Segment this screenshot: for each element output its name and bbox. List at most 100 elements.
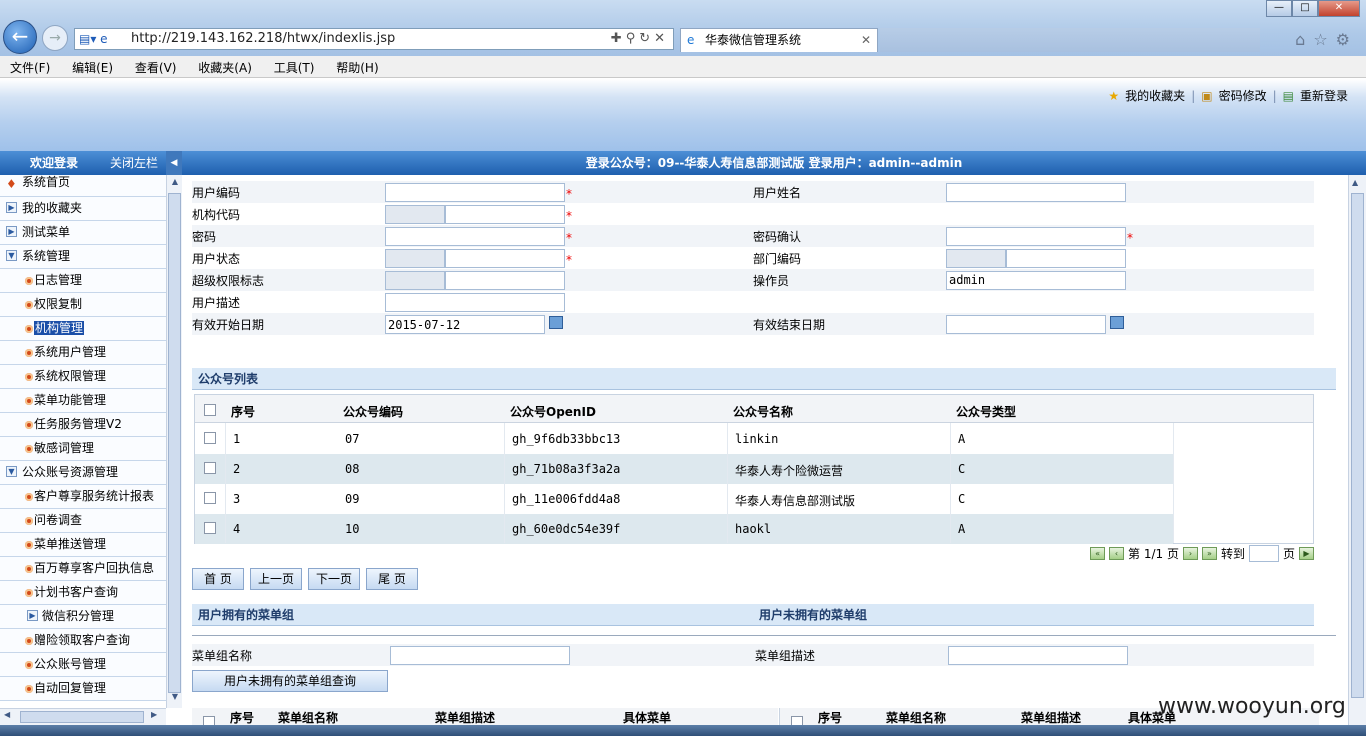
scroll-down-icon[interactable]: ▼ [169, 692, 181, 706]
toolbar-right-icons[interactable]: ⌂☆⚙ [1295, 30, 1358, 49]
expand-icon[interactable]: ▶ [6, 202, 17, 213]
dept-name-input[interactable] [1006, 249, 1126, 268]
sidebar-item-sensitive-words[interactable]: 敏感词管理 [0, 437, 166, 461]
sidebar-item-system[interactable]: ▼ 系统管理 [0, 245, 166, 269]
row-checkbox[interactable] [204, 462, 216, 474]
sidebar-item-sys-permission[interactable]: 系统权限管理 [0, 365, 166, 389]
dept-code-input[interactable] [946, 249, 1006, 268]
address-bar[interactable]: ▤▾ e http://219.143.162.218/htwx/indexli… [74, 28, 674, 50]
calendar-icon[interactable] [1110, 316, 1124, 329]
select-all-checkbox[interactable] [203, 716, 215, 725]
query-not-owned-button[interactable]: 用户未拥有的菜单组查询 [192, 670, 388, 692]
sidebar-item-menu-push[interactable]: 菜单推送管理 [0, 533, 166, 557]
operator-input[interactable]: admin [946, 271, 1126, 290]
maximize-icon[interactable]: □ [1292, 0, 1318, 17]
row-checkbox[interactable] [204, 522, 216, 534]
user-status-name[interactable] [445, 249, 565, 268]
first-page-button[interactable]: 首 页 [192, 568, 244, 590]
table-row[interactable]: 4 10 gh_60e0dc54e39f haokl A [195, 514, 1173, 544]
scroll-right-icon[interactable]: ▶ [151, 710, 157, 719]
favorites-link[interactable]: 我的收藏夹 [1125, 87, 1185, 104]
sidebar-item-vip-report[interactable]: 客户尊享服务统计报表 [0, 485, 166, 509]
sidebar-item-account-mgmt[interactable]: 公众账号管理 [0, 653, 166, 677]
row-checkbox[interactable] [204, 492, 216, 504]
row-checkbox[interactable] [204, 432, 216, 444]
collapse-icon[interactable]: ▼ [6, 466, 17, 477]
tab-close-icon[interactable]: ✕ [861, 29, 871, 51]
scroll-up-icon[interactable]: ▲ [1352, 178, 1358, 187]
forward-button[interactable]: → [42, 25, 68, 51]
sidebar-item-log[interactable]: 日志管理 [0, 269, 166, 293]
background-tabs[interactable] [880, 28, 1260, 52]
sidebar-item-permission-copy[interactable]: 权限复制 [0, 293, 166, 317]
next-page-icon[interactable]: › [1182, 547, 1198, 560]
address-controls-icon[interactable]: ✚⚲↻✕ [611, 29, 669, 49]
group-desc-input[interactable] [948, 646, 1128, 665]
window-close-icon[interactable]: ✕ [1318, 0, 1360, 17]
back-button[interactable]: ← [3, 20, 37, 54]
table-row[interactable]: 3 09 gh_11e006fdd4a8 华泰人寿信息部测试版 C [195, 484, 1173, 514]
hscroll-thumb[interactable] [20, 711, 144, 723]
sidebar-item-gift-query[interactable]: 赠险领取客户查询 [0, 629, 166, 653]
menu-help[interactable]: 帮助(H) [326, 56, 386, 76]
password-confirm-input[interactable] [946, 227, 1126, 246]
sidebar-item-sys-user[interactable]: 系统用户管理 [0, 341, 166, 365]
sidebar-item-survey[interactable]: 问卷调查 [0, 509, 166, 533]
next-page-button[interactable]: 下一页 [308, 568, 360, 590]
sidebar-item-task-service[interactable]: 任务服务管理V2 [0, 413, 166, 437]
menu-view[interactable]: 查看(V) [125, 56, 185, 76]
scroll-up-icon[interactable]: ▲ [169, 177, 181, 191]
user-desc-input[interactable] [385, 293, 565, 312]
group-name-input[interactable] [390, 646, 570, 665]
menu-favorites[interactable]: 收藏夹(A) [188, 56, 260, 76]
main-scrollbar[interactable]: ▲ [1348, 175, 1366, 725]
first-page-icon[interactable]: « [1090, 547, 1106, 560]
table-row[interactable]: 1 07 gh_9f6db33bbc13 linkin A [195, 424, 1173, 454]
select-all-checkbox[interactable] [204, 404, 216, 416]
go-icon[interactable]: ▶ [1299, 547, 1314, 560]
user-status-code[interactable] [385, 249, 445, 268]
expand-icon[interactable]: ▶ [6, 226, 17, 237]
change-password-link[interactable]: 密码修改 [1219, 87, 1267, 104]
browser-tab[interactable]: e 华泰微信管理系统 ✕ [680, 28, 878, 52]
calendar-icon[interactable] [549, 316, 563, 329]
minimize-icon[interactable]: — [1266, 0, 1292, 17]
expand-icon[interactable]: ▶ [27, 610, 38, 621]
sidebar-item-million-receipt[interactable]: 百万尊享客户回执信息 [0, 557, 166, 581]
sidebar-item-plan-query[interactable]: 计划书客户查询 [0, 581, 166, 605]
super-flag-name[interactable] [445, 271, 565, 290]
last-page-icon[interactable]: » [1201, 547, 1217, 560]
org-code-input[interactable] [385, 205, 445, 224]
prev-page-icon[interactable]: ‹ [1109, 547, 1125, 560]
collapse-icon[interactable]: ▼ [6, 250, 17, 261]
select-all-checkbox[interactable] [791, 716, 803, 725]
sidebar-item-test-menu[interactable]: ▶ 测试菜单 [0, 221, 166, 245]
menu-tools[interactable]: 工具(T) [264, 56, 323, 76]
user-code-input[interactable] [385, 183, 565, 202]
scroll-thumb[interactable] [168, 193, 181, 693]
last-page-button[interactable]: 尾 页 [366, 568, 418, 590]
sidebar-item-auto-reply[interactable]: 自动回复管理 [0, 677, 166, 701]
password-input[interactable] [385, 227, 565, 246]
sidebar-item-points[interactable]: ▶ 微信积分管理 [0, 605, 166, 629]
sidebar-item-account-resources[interactable]: ▼ 公众账号资源管理 [0, 461, 166, 485]
sidebar-hscrollbar[interactable]: ◀ ▶ [0, 708, 166, 725]
scroll-thumb[interactable] [1351, 193, 1364, 698]
goto-page-input[interactable] [1248, 545, 1279, 562]
end-date-input[interactable] [946, 315, 1106, 334]
table-row[interactable]: 2 08 gh_71b08a3f3a2a 华泰人寿个险微运营 C [195, 454, 1173, 484]
sidebar-item-home[interactable]: ♦ 系统首页 [0, 175, 166, 197]
super-flag-code[interactable] [385, 271, 445, 290]
menu-edit[interactable]: 编辑(E) [62, 56, 121, 76]
close-left-link[interactable]: 关闭左栏 [110, 151, 158, 175]
menu-file[interactable]: 文件(F) [0, 56, 58, 76]
prev-page-button[interactable]: 上一页 [250, 568, 302, 590]
collapse-sidebar-icon[interactable]: ◀ [166, 151, 182, 175]
user-name-input[interactable] [946, 183, 1126, 202]
sidebar-item-favorites[interactable]: ▶ 我的收藏夹 [0, 197, 166, 221]
start-date-input[interactable]: 2015-07-12 [385, 315, 545, 334]
sidebar-scrollbar[interactable]: ▲ ▼ [166, 175, 182, 708]
relogin-link[interactable]: 重新登录 [1300, 87, 1348, 104]
org-name-input[interactable] [445, 205, 565, 224]
sidebar-item-menu-func[interactable]: 菜单功能管理 [0, 389, 166, 413]
